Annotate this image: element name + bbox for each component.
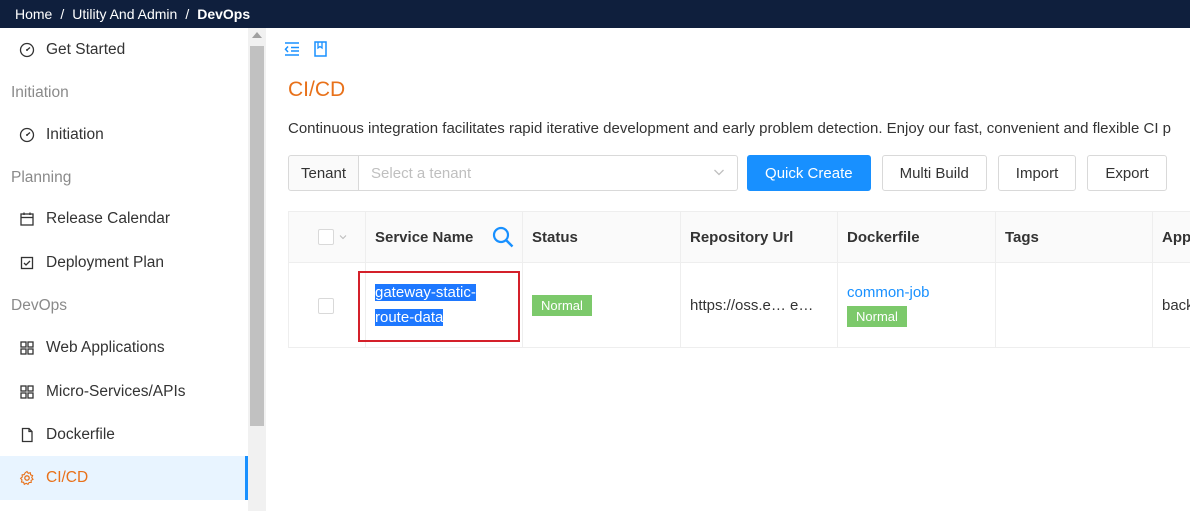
header-dockerfile: Dockerfile <box>838 212 996 262</box>
sidebar: Get Started Initiation Initiation Planni… <box>0 28 248 511</box>
header-repository-url: Repository Url <box>681 212 838 262</box>
sidebar-item-micro-services[interactable]: Micro-Services/APIs <box>0 370 248 414</box>
calendar-icon <box>19 211 35 227</box>
breadcrumb-utility-and-admin[interactable]: Utility And Admin <box>72 6 177 22</box>
tenant-label: Tenant <box>288 155 360 191</box>
header-status: Status <box>523 212 681 262</box>
breadcrumb-separator: / <box>60 6 65 22</box>
apps-grid-icon <box>19 340 35 356</box>
dashboard-gauge-icon <box>19 127 35 143</box>
header-select-cell <box>289 212 366 262</box>
sidebar-item-dockerfile[interactable]: Dockerfile <box>0 413 248 457</box>
breadcrumb-separator: / <box>185 6 190 22</box>
table-header: Service Name Status Repository Url Docke… <box>289 212 1190 263</box>
header-app: App <box>1162 228 1190 246</box>
action-toolbar: Tenant Select a tenant Quick Create Mult… <box>288 155 1167 191</box>
cell-repository-url[interactable]: https://oss.e… e… <box>681 263 838 348</box>
cell-tags <box>996 263 1153 348</box>
export-button[interactable]: Export <box>1087 155 1167 191</box>
scroll-up-arrow-icon[interactable] <box>252 32 262 38</box>
repository-url-text: https://oss.e… e… <box>690 297 814 314</box>
sidebar-item-label: Web Applications <box>46 339 165 356</box>
header-tags: Tags <box>996 212 1153 262</box>
tenant-select-placeholder: Select a tenant <box>371 164 472 182</box>
sidebar-item-label: Deployment Plan <box>46 254 165 271</box>
status-badge: Normal <box>532 295 592 316</box>
main-content: CI/CD Continuous integration facilitates… <box>266 28 1190 511</box>
indent-list-icon[interactable] <box>283 40 301 63</box>
cell-app: back <box>1162 297 1190 314</box>
sidebar-group-planning: Planning <box>11 169 72 186</box>
breadcrumb: Home / Utility And Admin / DevOps <box>0 0 1190 28</box>
checklist-icon <box>19 255 35 271</box>
view-toolbar <box>283 40 329 63</box>
quick-create-button[interactable]: Quick Create <box>747 155 871 191</box>
multi-build-button[interactable]: Multi Build <box>881 155 987 191</box>
document-icon <box>19 427 35 443</box>
breadcrumb-home[interactable]: Home <box>15 6 52 22</box>
page-description: Continuous integration facilitates rapid… <box>288 120 1172 137</box>
apps-grid-icon <box>19 384 35 400</box>
sidebar-item-release-calendar[interactable]: Release Calendar <box>0 197 248 241</box>
sidebar-item-label: Release Calendar <box>46 210 171 227</box>
import-button[interactable]: Import <box>997 155 1077 191</box>
services-table: Service Name Status Repository Url Docke… <box>288 211 1190 348</box>
sidebar-group-devops: DevOps <box>11 297 67 314</box>
tenant-select[interactable]: Select a tenant <box>359 155 739 191</box>
highlight-box <box>358 271 520 342</box>
sidebar-item-deployment-plan[interactable]: Deployment Plan <box>0 241 248 285</box>
row-select-cell <box>289 263 366 348</box>
status-badge: Normal <box>847 306 907 327</box>
search-icon[interactable] <box>491 225 515 249</box>
sidebar-item-get-started[interactable]: Get Started <box>0 28 248 72</box>
sidebar-scrollbar-thumb[interactable] <box>250 46 264 426</box>
page-title: CI/CD <box>288 78 346 101</box>
sidebar-item-initiation[interactable]: Initiation <box>0 113 248 157</box>
sidebar-item-label: Dockerfile <box>46 426 115 443</box>
bookmark-icon[interactable] <box>311 40 329 63</box>
sidebar-item-cicd[interactable]: CI/CD <box>0 456 248 500</box>
header-label: Service Name <box>375 228 474 246</box>
sidebar-item-web-applications[interactable]: Web Applications <box>0 326 248 370</box>
select-all-checkbox[interactable] <box>318 229 334 245</box>
sidebar-scrollbar[interactable] <box>248 28 266 511</box>
chevron-down-icon <box>713 165 725 182</box>
cell-dockerfile: common-job Normal <box>838 263 996 348</box>
sidebar-item-label: Initiation <box>46 126 104 143</box>
cell-status: Normal <box>523 263 681 348</box>
chevron-down-icon[interactable] <box>339 233 347 241</box>
header-service-name: Service Name <box>366 212 523 262</box>
row-checkbox[interactable] <box>318 297 334 314</box>
gear-icon <box>19 470 35 486</box>
dockerfile-link[interactable]: common-job <box>847 284 930 301</box>
sidebar-group-initiation: Initiation <box>11 84 69 101</box>
breadcrumb-current: DevOps <box>197 6 251 22</box>
dashboard-gauge-icon <box>19 42 35 58</box>
sidebar-item-label: Micro-Services/APIs <box>46 383 186 400</box>
sidebar-item-label: CI/CD <box>46 469 89 486</box>
sidebar-item-label: Get Started <box>46 41 126 58</box>
